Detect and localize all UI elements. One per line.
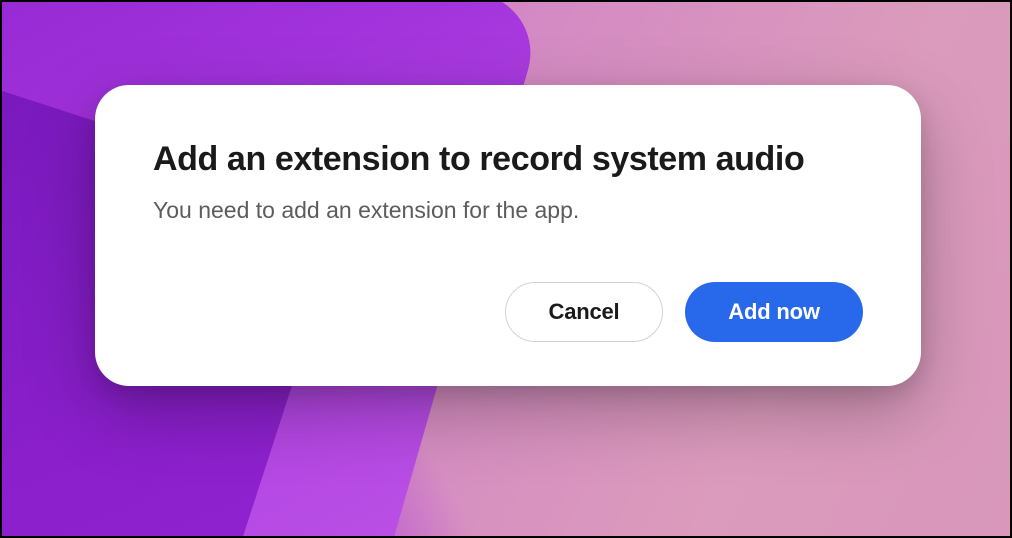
cancel-button[interactable]: Cancel [505,282,663,342]
modal-actions: Cancel Add now [153,282,863,342]
modal-body-text: You need to add an extension for the app… [153,194,863,226]
app-window: Add an extension to record system audio … [0,0,1012,538]
add-now-button[interactable]: Add now [685,282,863,342]
extension-prompt-modal: Add an extension to record system audio … [95,85,921,386]
modal-title: Add an extension to record system audio [153,139,863,180]
